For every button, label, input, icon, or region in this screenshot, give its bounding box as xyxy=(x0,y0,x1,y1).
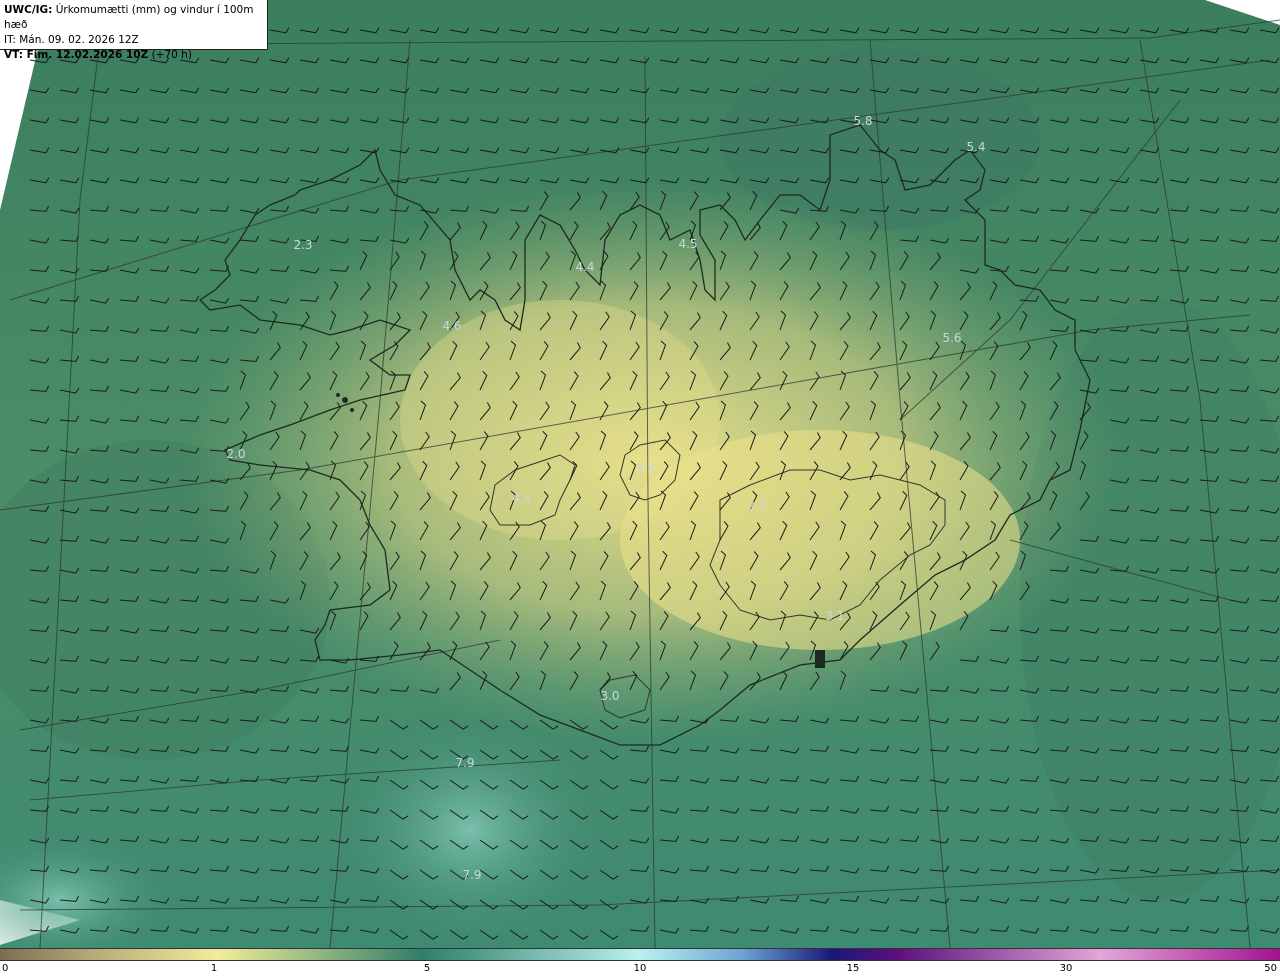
valid-time: VT: Fim. 12.02.2026 10Z xyxy=(4,49,149,61)
map-value-label: 4.6 xyxy=(442,319,461,333)
map-value-label: 4.4 xyxy=(512,491,531,505)
map-value-label: 3.3 xyxy=(635,462,654,476)
map-value-label: 5.4 xyxy=(966,140,985,154)
colorbar-tick: 10 xyxy=(633,963,647,974)
map-value-label: 3.0 xyxy=(600,689,619,703)
map-value-label: 5.6 xyxy=(942,331,961,345)
colorbar-tick: 1 xyxy=(210,963,218,974)
model-label: UWC/IG: xyxy=(4,4,53,16)
info-box: UWC/IG: Úrkomumætti (mm) og vindur í 100… xyxy=(0,0,268,61)
map-value-label: 7.9 xyxy=(462,868,481,882)
forecast-offset: (+70 h) xyxy=(151,49,192,61)
colorbar-gradient xyxy=(0,948,1280,961)
map-value-label: 2.2 xyxy=(747,499,766,513)
init-time: IT: Mán. 09. 02. 2026 12Z xyxy=(4,34,139,46)
colorbar-tick: 30 xyxy=(1059,963,1073,974)
map-value-label: 2.0 xyxy=(226,447,245,461)
map-value-label: 2.3 xyxy=(293,238,312,252)
colorbar-tick: 5 xyxy=(423,963,431,974)
colorbar-tick: 15 xyxy=(846,963,860,974)
colorbar: 0 1 5 10 15 30 50 xyxy=(0,948,1280,978)
map-value-label: 7.9 xyxy=(455,756,474,770)
map-value-label: 4.5 xyxy=(678,237,697,251)
colorbar-tick: 50 xyxy=(1264,963,1277,974)
weather-map: 5.8 5.4 2.3 4.4 4.5 4.6 2.0 4.4 5.6 7.9 7.9 3.3 2.2 3… xyxy=(0,0,1280,948)
map-value-label: 5.8 xyxy=(853,114,872,128)
map-value-label: 4.4 xyxy=(575,260,594,274)
colorbar-tick: 0 xyxy=(2,963,9,974)
map-value-label: 3.1 xyxy=(825,609,844,623)
